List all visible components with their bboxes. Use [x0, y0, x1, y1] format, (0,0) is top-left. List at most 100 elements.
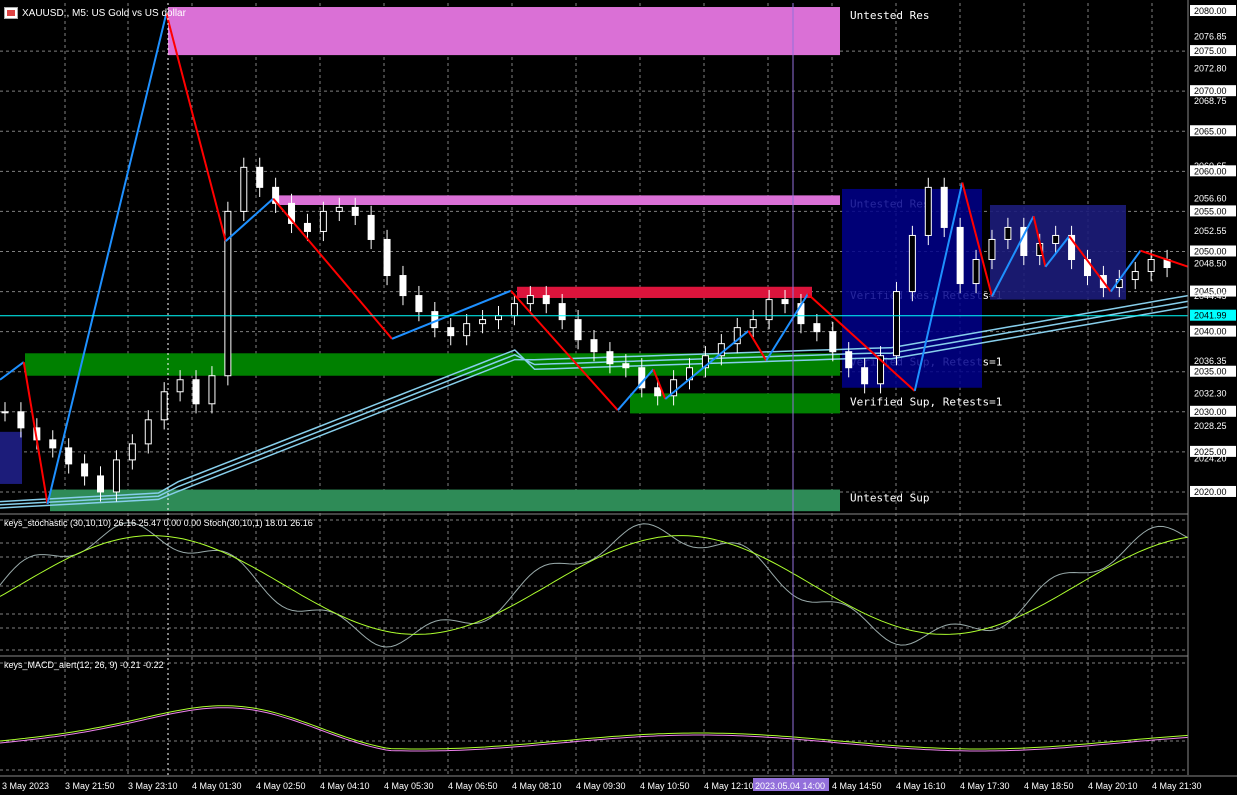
candle-body	[319, 210, 327, 232]
candle-body	[463, 323, 471, 337]
time-tick-label: 4 May 12:10	[704, 781, 754, 791]
candle-body	[606, 351, 614, 365]
candle-body	[1131, 271, 1139, 281]
candle-body	[924, 186, 932, 236]
macd-title: keys_MACD_alert(12, 26, 9) -0.21 -0.22	[4, 660, 164, 670]
price-tick-label: 2035.00	[1194, 367, 1227, 377]
time-tick-label: 3 May 21:50	[65, 781, 115, 791]
zone-rect	[630, 393, 840, 414]
zigzag-segment	[0, 361, 25, 381]
candle-body	[415, 295, 423, 313]
price-tick-label: 2076.85	[1194, 31, 1227, 41]
axes-layer: 2080.00 2076.85 2075.00 2072.80 2070.002068.…	[0, 0, 1237, 795]
candle-body	[781, 299, 789, 305]
candle-body	[542, 295, 550, 305]
candle-body	[1, 411, 9, 414]
price-tick-label: 2068.75	[1194, 96, 1227, 106]
chart-type-icon	[4, 7, 18, 19]
zigzag-segment	[22, 361, 49, 505]
zone-label: Untested Sup	[850, 492, 929, 505]
time-tick-label: 4 May 05:30	[384, 781, 434, 791]
candle-body	[192, 379, 200, 405]
moving-averages	[0, 294, 1189, 509]
candle-body	[1004, 226, 1012, 240]
candle-body	[861, 367, 869, 385]
time-tick-label: 4 May 02:50	[256, 781, 306, 791]
chart-title: XAUUSD., M5: US Gold vs US dollar	[4, 6, 186, 20]
candle-body	[654, 387, 662, 397]
time-tick-label: 4 May 17:30	[960, 781, 1010, 791]
price-tick-label: 2055.00	[1194, 206, 1227, 216]
price-tick-label: 2036.35	[1194, 356, 1227, 366]
candle-body	[335, 206, 343, 212]
price-tick-label: 2032.30	[1194, 388, 1227, 398]
candle-body	[988, 238, 996, 261]
candle-body	[956, 226, 964, 285]
candle-body	[940, 186, 948, 228]
time-tick-label: 4 May 21:30	[1152, 781, 1202, 791]
candle-body	[112, 459, 120, 493]
candle-body	[17, 411, 25, 429]
macd-signal-line	[0, 707, 1189, 752]
zone-rect	[277, 195, 840, 205]
candle-body	[765, 299, 773, 321]
time-tick-label: 4 May 16:10	[896, 781, 946, 791]
time-tick-label: 4 May 20:10	[1088, 781, 1138, 791]
candle-body	[972, 259, 980, 285]
price-tick-label: 2048.50	[1194, 259, 1227, 269]
price-tick-label: 2080.00	[1194, 6, 1227, 16]
candle-body	[256, 166, 264, 188]
candle-body	[144, 419, 152, 445]
candle-body	[176, 379, 184, 393]
candle-body	[892, 291, 900, 357]
zone-rect	[517, 286, 812, 298]
indicator-layer: 100.0080.0070.0050.0030.0020.000.009.340…	[0, 513, 1226, 776]
zigzag-segment	[225, 197, 274, 242]
price-tick-label: 2040.00	[1194, 327, 1227, 337]
candle-body	[1147, 259, 1155, 273]
stochastic-title: keys_stochastic (30,10,10) 26.16 25.47 0…	[4, 518, 313, 528]
candle-body	[829, 331, 837, 353]
candle-body	[383, 238, 391, 277]
candle-body	[749, 319, 757, 329]
candle-body	[240, 166, 248, 212]
price-tick-label: 2028.25	[1194, 421, 1227, 431]
candle-body	[447, 327, 455, 337]
candle-body	[908, 234, 916, 293]
candle-body	[399, 275, 407, 297]
candle-body	[526, 295, 534, 305]
highlight-box	[0, 431, 22, 484]
price-tick-label: 2041.99	[1194, 311, 1227, 321]
candle-body	[65, 447, 73, 465]
price-tick-label: 2060.00	[1194, 166, 1227, 176]
price-tick-label: 2056.60	[1194, 194, 1227, 204]
price-tick-label: 2075.00	[1194, 46, 1227, 56]
candle-body	[813, 323, 821, 333]
time-tick-label: 3 May 23:10	[128, 781, 178, 791]
candle-body	[128, 443, 136, 461]
time-tick-label: 4 May 08:10	[512, 781, 562, 791]
price-tick-label: 2052.55	[1194, 226, 1227, 236]
price-tick-label: 2030.00	[1194, 407, 1227, 417]
candle-body	[367, 214, 375, 240]
candle-body	[303, 222, 311, 232]
zone-label: Untested Res	[850, 9, 929, 22]
price-chart[interactable]: Untested ResUntested ResVerified Res, Re…	[0, 0, 1237, 795]
candle-body	[479, 319, 487, 325]
time-tick-label: 4 May 04:10	[320, 781, 370, 791]
candle-body	[574, 319, 582, 341]
zone-label: Verified Sup, Retests=1	[850, 395, 1002, 408]
price-tick-label: 2072.80	[1194, 64, 1227, 74]
price-tick-label: 2024.20	[1194, 453, 1227, 463]
time-tick-label: 4 May 10:50	[640, 781, 690, 791]
candle-body	[590, 339, 598, 353]
symbol-title: XAUUSD., M5: US Gold vs US dollar	[22, 7, 186, 19]
candle-body	[558, 303, 566, 321]
candle-body	[510, 303, 518, 317]
time-tick-label: 4 May 06:50	[448, 781, 498, 791]
time-tick-label: 3 May 2023	[2, 781, 49, 791]
time-tick-label: 4 May 09:30	[576, 781, 626, 791]
price-tick-label: 2044.45	[1194, 291, 1227, 301]
candle-body	[1052, 234, 1060, 244]
candle-body	[49, 439, 57, 449]
